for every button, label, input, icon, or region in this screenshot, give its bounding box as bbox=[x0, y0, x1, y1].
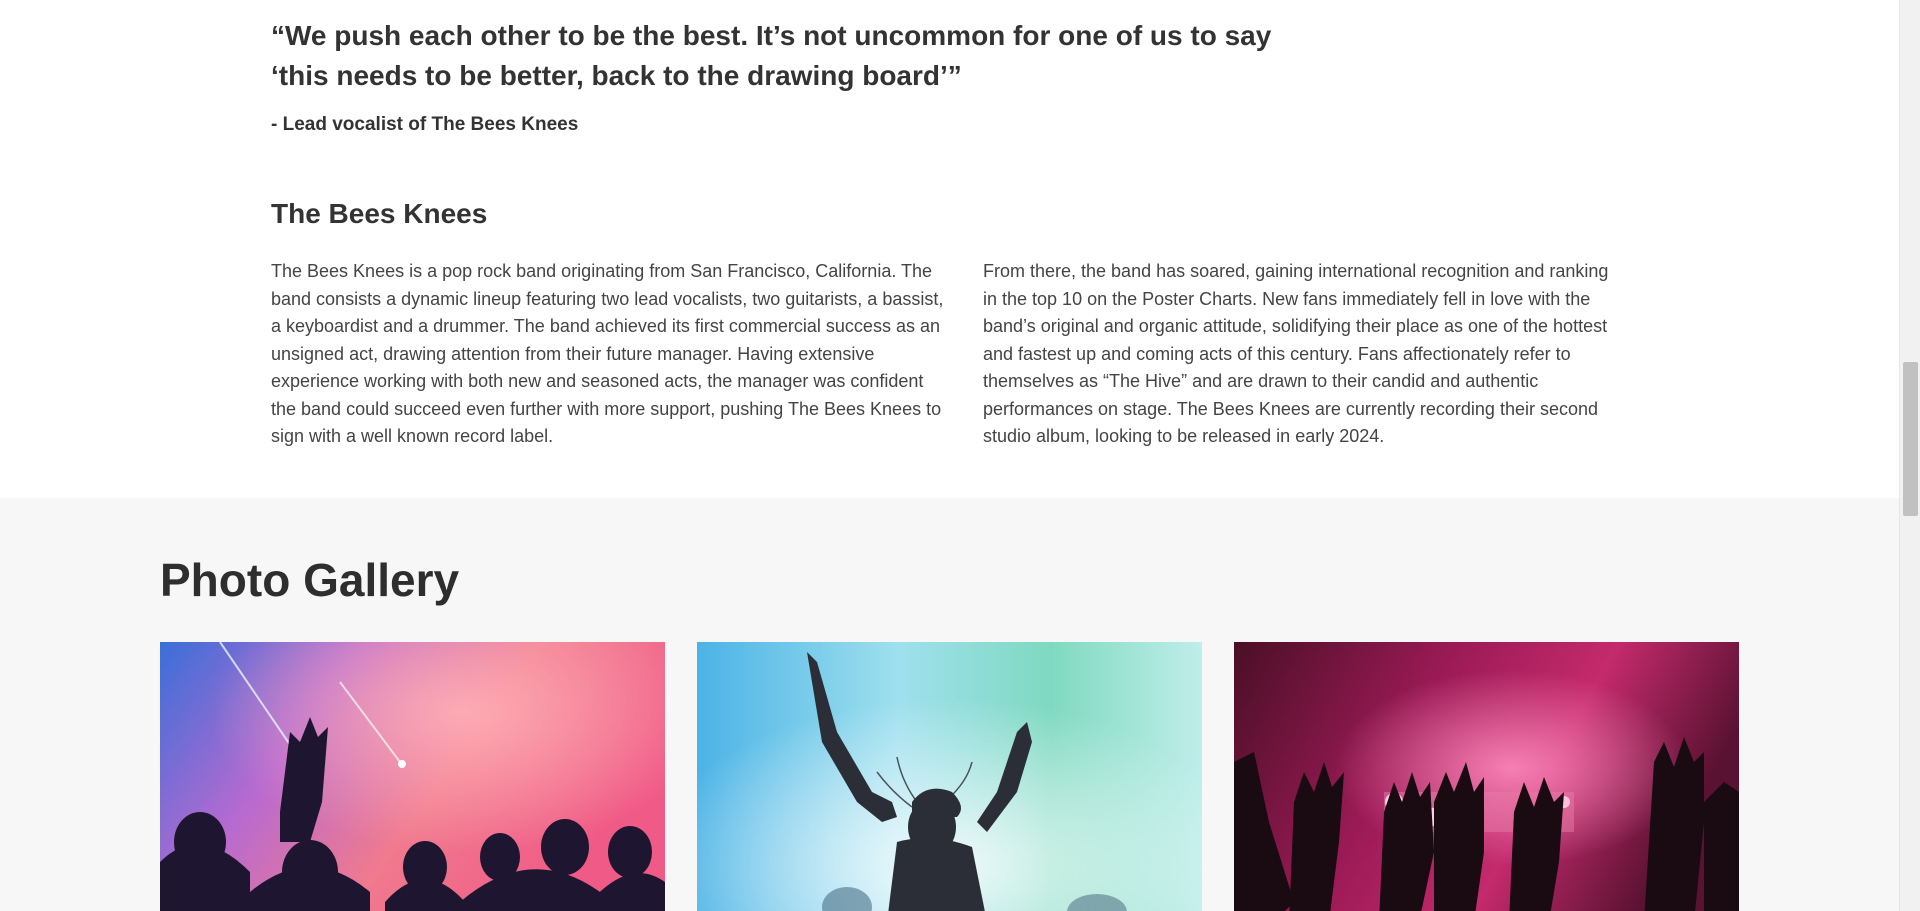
raised-hands-image bbox=[1234, 642, 1739, 911]
dancing-woman-image bbox=[697, 642, 1202, 911]
gallery-photo-dancing-woman[interactable] bbox=[697, 642, 1202, 911]
page-scrollbar[interactable] bbox=[1899, 0, 1920, 911]
gallery-photo-raised-hands[interactable] bbox=[1234, 642, 1739, 911]
gallery-photo-concert-crowd[interactable] bbox=[160, 642, 665, 911]
band-heading: The Bees Knees bbox=[271, 198, 488, 229]
concert-crowd-image bbox=[160, 642, 665, 911]
about-section: “We push each other to be the best. It’s… bbox=[0, 0, 1899, 498]
about-paragraph-right: From there, the band has soared, gaining… bbox=[983, 261, 1609, 446]
gallery-title: Photo Gallery bbox=[160, 554, 460, 606]
band-quote: “We push each other to be the best. It’s… bbox=[271, 20, 1272, 91]
page-content: “We push each other to be the best. It’s… bbox=[0, 0, 1899, 911]
quote-attribution: - Lead vocalist of The Bees Knees bbox=[271, 114, 579, 135]
photo-gallery-section: Photo Gallery bbox=[0, 498, 1899, 911]
about-paragraph-left: The Bees Knees is a pop rock band origin… bbox=[271, 261, 944, 446]
browser-viewport: “We push each other to be the best. It’s… bbox=[0, 0, 1920, 911]
scrollbar-thumb[interactable] bbox=[1903, 362, 1918, 516]
